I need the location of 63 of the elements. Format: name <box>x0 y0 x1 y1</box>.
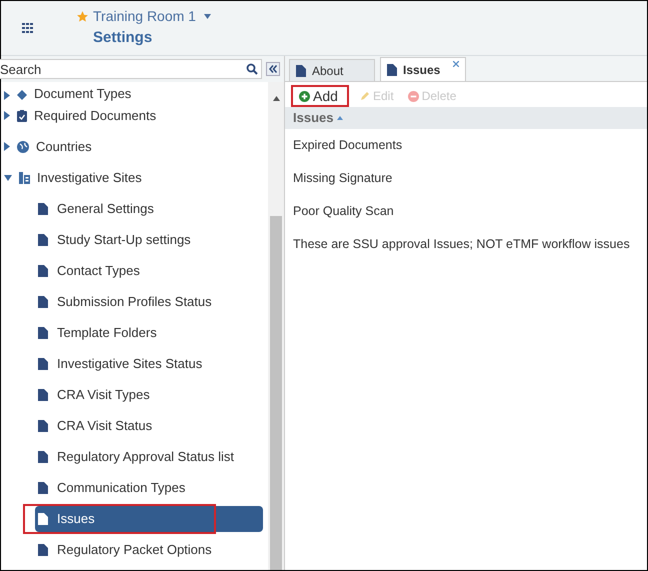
sort-icon[interactable] <box>337 116 344 120</box>
diamond-icon <box>17 90 27 100</box>
tab[interactable]: About <box>289 59 375 81</box>
document-icon <box>38 450 48 462</box>
tree-item[interactable]: Issues <box>35 506 263 532</box>
pencil-icon <box>360 91 370 101</box>
document-icon <box>387 64 397 76</box>
collapsed-caret-icon[interactable] <box>4 142 10 151</box>
tree-item[interactable]: General Settings <box>35 196 263 222</box>
expanded-caret-icon[interactable] <box>4 174 12 180</box>
tree-item[interactable]: Required Documents <box>1 100 268 131</box>
plus-circle-icon <box>299 90 310 102</box>
tree-item[interactable]: Investigative Sites Status <box>35 350 263 376</box>
page-title: Settings <box>93 28 154 48</box>
tree-item[interactable]: Regulatory Approval Status list <box>35 444 263 470</box>
minus-circle-icon <box>408 90 419 102</box>
add-button[interactable]: Add <box>291 85 349 107</box>
building-icon <box>19 172 30 184</box>
tree-item[interactable]: CRA Visit Types <box>35 382 263 408</box>
caret-icon[interactable] <box>204 14 211 20</box>
document-icon <box>38 512 48 524</box>
close-icon[interactable] <box>453 61 459 67</box>
document-icon <box>38 326 48 338</box>
tree-item[interactable]: Submission Profiles Status <box>35 288 263 314</box>
document-icon <box>38 544 48 556</box>
tab[interactable]: Issues <box>380 57 466 81</box>
tree-item[interactable]: Study Start-Up settings <box>35 226 263 252</box>
document-icon <box>38 264 48 276</box>
document-icon <box>38 358 48 370</box>
column-header[interactable]: Issues <box>285 107 647 129</box>
document-icon <box>296 64 306 76</box>
star-icon <box>76 10 89 24</box>
tree-item[interactable]: Template Folders <box>35 320 263 346</box>
tree-item[interactable]: Regulatory Packet Options <box>35 536 263 562</box>
table-cell-text: Poor Quality Scan <box>292 203 395 220</box>
tree-item[interactable]: Contact Types <box>35 258 263 284</box>
tree-item[interactable]: Communication Types <box>35 474 263 500</box>
tree-item[interactable]: CRA Visit Status <box>35 412 263 438</box>
table-cell-text: Expired Documents <box>292 137 404 154</box>
scroll-up-icon[interactable] <box>272 96 280 101</box>
tree-item[interactable]: Investigative Sites <box>1 162 268 193</box>
collapsed-caret-icon[interactable] <box>4 111 10 120</box>
scrollbar-thumb[interactable] <box>270 216 282 570</box>
document-icon <box>38 388 48 400</box>
document-icon <box>38 296 48 308</box>
app-grid-icon[interactable] <box>22 23 33 33</box>
collapse-icon[interactable] <box>266 62 280 76</box>
workspace-name[interactable]: Training Room 1 <box>93 6 196 28</box>
document-icon <box>38 420 48 432</box>
document-icon <box>38 482 48 494</box>
collapsed-caret-icon[interactable] <box>4 91 10 100</box>
table-cell-text: Missing Signature <box>292 170 394 188</box>
scrollbar[interactable] <box>268 82 284 570</box>
globe-icon <box>17 140 29 152</box>
search-field[interactable]: Search <box>0 59 262 79</box>
tree-item[interactable]: Countries <box>1 131 268 162</box>
document-icon <box>38 202 48 214</box>
document-icon <box>38 234 48 246</box>
clipboard-icon <box>17 110 27 122</box>
search-icon[interactable] <box>246 63 258 75</box>
column-title: Issues <box>293 109 334 128</box>
table-cell-text: These are SSU approval Issues; NOT eTMF workflow issues <box>292 236 631 254</box>
tree-item[interactable]: Document Types <box>1 82 268 100</box>
